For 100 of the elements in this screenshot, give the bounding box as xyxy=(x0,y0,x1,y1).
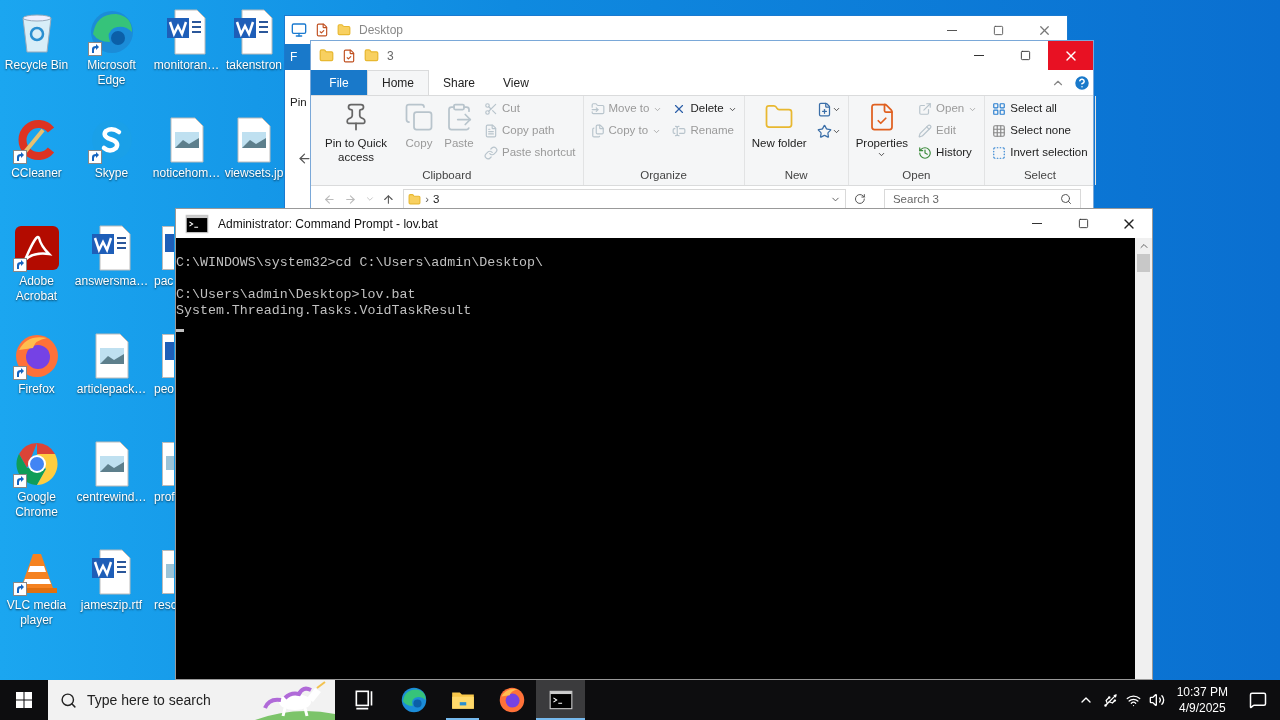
grid-icon xyxy=(992,102,1007,116)
ribbon-group-label: Select xyxy=(1022,167,1057,183)
search-input[interactable]: Search 3 xyxy=(892,193,1060,205)
desktop-icon[interactable]: viewsets.jp xyxy=(224,116,284,181)
search-icon xyxy=(60,691,77,709)
maximize-icon xyxy=(1019,50,1031,61)
text-cursor-icon xyxy=(672,124,687,138)
desktop-icon-label: peo xyxy=(154,381,175,398)
refresh-icon[interactable] xyxy=(854,193,866,205)
desktop-icon[interactable]: takenstron xyxy=(224,8,284,73)
scissors-icon xyxy=(484,102,498,116)
up-icon[interactable] xyxy=(382,192,396,206)
desktop-icon-label: pac xyxy=(154,273,174,290)
ribbon-button[interactable]: Pin xyxy=(290,94,307,112)
desktop-icon[interactable]: monitoran… xyxy=(149,8,224,73)
dashed-square-icon xyxy=(992,146,1007,160)
breadcrumb[interactable]: 3 xyxy=(432,193,440,205)
usb-icon[interactable] xyxy=(1102,692,1118,708)
dashed-grid-icon xyxy=(992,124,1007,138)
minimize-icon xyxy=(947,29,957,31)
pencil-icon xyxy=(918,124,933,138)
ribbon-tab[interactable]: F xyxy=(285,44,311,70)
desktop-icon[interactable]: centrewind… xyxy=(74,440,149,505)
search-icon xyxy=(1060,193,1072,205)
help-icon[interactable] xyxy=(1073,74,1091,92)
window-title: Desktop xyxy=(359,22,404,39)
file-plus-icon xyxy=(816,101,832,117)
folder-icon xyxy=(319,48,334,63)
ribbon-group-label: Open xyxy=(901,167,932,183)
breadcrumb-separator: › xyxy=(425,191,429,207)
folder-icon xyxy=(364,48,379,63)
copy-icon xyxy=(404,102,434,132)
ribbon-button[interactable]: History xyxy=(914,142,982,164)
running-indicator xyxy=(446,718,479,720)
desktop-icon-label: prof xyxy=(154,489,175,506)
computer-icon xyxy=(291,22,307,38)
ribbon-tab[interactable]: Share xyxy=(429,70,490,95)
window-title: Administrator: Command Prompt - lov.bat xyxy=(218,215,438,233)
desktop-icon[interactable]: CCleaner xyxy=(0,116,74,181)
scrollbar[interactable] xyxy=(1135,238,1152,679)
desktop-icon[interactable]: articlepack… xyxy=(74,332,149,397)
network-icon[interactable] xyxy=(1125,692,1141,708)
document-icon xyxy=(484,124,498,138)
clock[interactable]: 10:37 PM 4/9/2025 xyxy=(1168,684,1236,716)
firefox-icon xyxy=(497,686,526,714)
desktop-icon[interactable]: answersma… xyxy=(74,224,149,289)
files-icon xyxy=(590,124,605,138)
desktop-icon[interactable]: Skype xyxy=(74,116,149,181)
search-box[interactable]: Type here to search xyxy=(48,680,335,720)
taskbar-app[interactable] xyxy=(536,680,585,720)
minimize-icon xyxy=(1032,223,1042,224)
caret-icon xyxy=(877,150,887,159)
desktop-icon[interactable]: Adobe Acrobat xyxy=(0,224,74,304)
desktop-icon[interactable]: Recycle Bin xyxy=(0,8,74,73)
desktop-icon[interactable]: noticehom… xyxy=(149,116,224,181)
folder-icon xyxy=(337,23,351,37)
ribbon-button[interactable]: Select all xyxy=(988,98,1092,120)
window-title: 3 xyxy=(387,47,394,65)
scroll-thumb[interactable] xyxy=(1137,254,1150,272)
desktop-icon[interactable]: Firefox xyxy=(0,332,74,397)
file-icon[interactable] xyxy=(162,334,174,378)
history-icon xyxy=(918,146,933,160)
star-icon xyxy=(816,123,832,139)
volume-icon[interactable] xyxy=(1148,692,1165,708)
external-link-icon xyxy=(918,102,933,116)
maximize-icon xyxy=(992,24,1004,36)
windows-logo-icon xyxy=(16,692,32,708)
ribbon-button[interactable]: Invert selection xyxy=(988,142,1092,164)
ribbon-tab[interactable]: View xyxy=(489,70,543,95)
text-cursor xyxy=(176,329,184,332)
ribbon-button[interactable]: Pin to Quick access xyxy=(314,98,398,164)
console-line: System.Threading.Tasks.VoidTaskResult xyxy=(176,303,472,319)
acrobat-icon xyxy=(12,224,61,272)
edge-icon xyxy=(399,686,428,714)
desktop-icon[interactable]: VLC media player xyxy=(0,548,74,628)
ribbon-group-label: Clipboard xyxy=(421,167,473,183)
console-line: C:\WINDOWS\system32>cd C:\Users\admin\Desktop\ xyxy=(176,255,544,271)
folder-arrow-icon xyxy=(590,102,605,116)
ribbon-button[interactable]: New folder xyxy=(747,98,811,150)
desktop-icon[interactable]: Google Chrome xyxy=(0,440,74,520)
maximize-icon xyxy=(1077,218,1089,229)
folder-icon xyxy=(408,192,422,206)
notification-icon xyxy=(1249,691,1267,709)
desktop-icon[interactable]: Microsoft Edge xyxy=(74,8,149,88)
search-input[interactable]: Type here to search xyxy=(87,689,247,711)
ribbon-group-label: Organize xyxy=(639,167,688,183)
file-check-icon xyxy=(315,23,329,37)
file-check-icon xyxy=(342,48,356,63)
console-line: C:\Users\admin\Desktop>lov.bat xyxy=(176,287,416,303)
ribbon-tab[interactable]: Home xyxy=(367,70,429,95)
ribbon-tab[interactable]: File xyxy=(311,70,367,95)
ribbon-button[interactable]: Select none xyxy=(988,120,1092,142)
ribbon-group-label: New xyxy=(783,167,809,183)
ribbon-button[interactable]: Properties xyxy=(851,98,913,159)
running-indicator xyxy=(536,718,585,720)
file-icon[interactable] xyxy=(162,226,174,270)
desktop-icon[interactable]: jameszip.rtf xyxy=(74,548,149,613)
minimize-icon xyxy=(974,55,984,56)
ribbon-button[interactable]: Delete xyxy=(668,98,741,120)
link-icon xyxy=(484,146,498,160)
